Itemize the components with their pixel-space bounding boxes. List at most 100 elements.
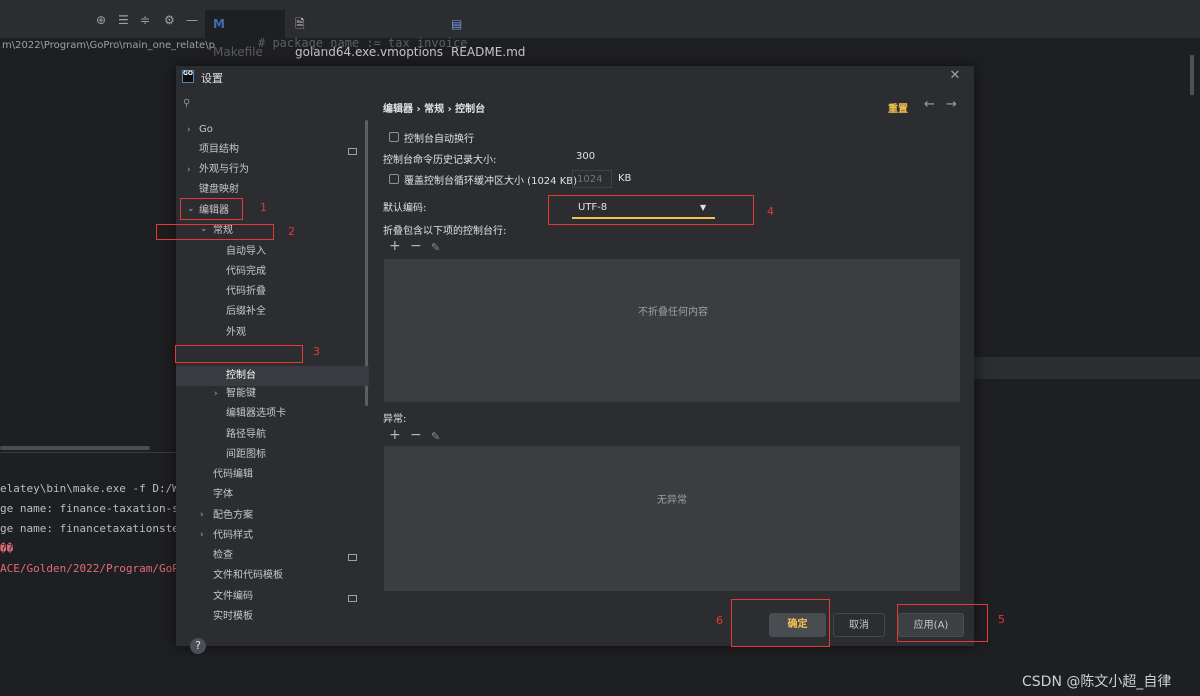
markdown-icon: ▤ <box>451 17 463 31</box>
goland-logo-icon: GO <box>182 70 194 83</box>
help-button[interactable]: ? <box>190 638 206 654</box>
project-level-icon <box>348 554 357 561</box>
annotation-box <box>180 198 243 220</box>
sidebar-item-postfix-completion[interactable]: 后缀补全 <box>226 302 266 322</box>
terminal-line: �� <box>0 542 14 555</box>
sidebar-item-code-folding[interactable]: 代码折叠 <box>226 282 266 302</box>
watermark: CSDN @陈文小超_自律 <box>1022 674 1172 690</box>
exceptions-empty-text: 无异常 <box>657 495 687 506</box>
sidebar-item-project-structure[interactable]: 项目结构 <box>199 140 239 160</box>
sidebar-item-appearance-behavior[interactable]: 外观与行为 <box>199 160 249 180</box>
fold-lines-list[interactable] <box>384 259 960 402</box>
project-level-icon <box>348 595 357 602</box>
expand-icon[interactable]: ☰ <box>118 13 129 27</box>
sidebar-item-code-editing[interactable]: 代码编辑 <box>213 465 253 485</box>
override-buffer-checkbox[interactable] <box>389 174 399 184</box>
sidebar-selected-row <box>176 366 369 386</box>
annotation-number: 3 <box>313 345 320 358</box>
settings-sidebar: ⚲ › Go 项目结构 › 外观与行为 键盘映射 ⌄ 编辑器 ⌄ 常规 自动导入… <box>176 88 369 654</box>
chevron-right-icon[interactable]: › <box>200 510 204 520</box>
edit-icon[interactable]: ✎ <box>431 241 440 254</box>
exceptions-label: 异常: <box>383 414 407 425</box>
search-icon: ⚲ <box>183 98 191 109</box>
fold-lines-empty-text: 不折叠任何内容 <box>638 307 708 318</box>
chevron-right-icon[interactable]: › <box>187 125 191 135</box>
minimize-icon[interactable]: — <box>186 13 198 27</box>
history-size-label: 控制台命令历史记录大小: <box>383 155 497 166</box>
annotation-box <box>731 599 830 647</box>
cancel-button[interactable]: 取消 <box>833 613 885 637</box>
sidebar-item-code-completion[interactable]: 代码完成 <box>226 262 266 282</box>
add-icon[interactable]: + <box>389 238 401 254</box>
annotation-number: 4 <box>767 205 774 218</box>
exceptions-list[interactable] <box>384 446 960 591</box>
sidebar-item-file-templates[interactable]: 文件和代码模板 <box>213 566 283 586</box>
chevron-right-icon[interactable]: › <box>214 389 218 399</box>
soft-wrap-label: 控制台自动换行 <box>404 134 474 145</box>
soft-wrap-checkbox[interactable] <box>389 132 399 142</box>
annotation-box <box>548 195 754 225</box>
tab-makefile[interactable]: M Makefile <box>205 10 285 59</box>
tab-label: Makefile <box>213 45 263 59</box>
history-size-input[interactable]: 300 <box>572 148 614 166</box>
chevron-right-icon[interactable]: › <box>200 530 204 540</box>
breadcrumb: 编辑器 › 常规 › 控制台 <box>383 104 486 115</box>
terminal-line: elatey\bin\make.exe -f D:/WO <box>0 482 186 495</box>
override-buffer-label: 覆盖控制台循环缓冲区大小 (1024 KB) <box>404 176 578 187</box>
terminal-line: ACE/Golden/2022/Program/GoP <box>0 562 179 575</box>
dialog-titlebar: GO 设置 ✕ <box>176 66 974 88</box>
editor-scrollbar[interactable] <box>1190 55 1194 95</box>
gear-icon[interactable]: ⚙ <box>164 13 175 27</box>
sidebar-item-smart-keys[interactable]: 智能键 <box>226 384 256 404</box>
sidebar-item-keymap[interactable]: 键盘映射 <box>199 180 239 200</box>
project-level-icon <box>348 148 357 155</box>
editor-highlight-row <box>974 357 1200 379</box>
collapse-icon[interactable]: ≑ <box>140 13 150 27</box>
annotation-number: 5 <box>998 613 1005 626</box>
tab-readme[interactable]: ▤ README.md <box>443 10 543 59</box>
close-icon[interactable]: ✕ <box>946 67 964 85</box>
target-icon[interactable]: ⊕ <box>96 13 106 27</box>
fold-lines-label: 折叠包含以下项的控制台行: <box>383 226 507 237</box>
sidebar-item-file-encodings[interactable]: 文件编码 <box>213 587 253 607</box>
sidebar-item-console[interactable]: 控制台 <box>226 366 256 386</box>
add-icon[interactable]: + <box>389 427 401 443</box>
annotation-box <box>156 224 274 240</box>
edit-icon[interactable]: ✎ <box>431 430 440 443</box>
code-editor-line: # package_name := tax invoice <box>258 36 468 50</box>
sidebar-item-auto-import[interactable]: 自动导入 <box>226 242 266 262</box>
makefile-icon: M <box>213 17 225 31</box>
annotation-number: 1 <box>260 201 267 214</box>
chevron-right-icon[interactable]: › <box>187 165 191 175</box>
remove-icon[interactable]: − <box>410 427 422 443</box>
reset-link[interactable]: 重置 <box>888 100 908 115</box>
terminal-line: ge name: financetaxationste <box>0 522 179 535</box>
settings-search-input[interactable]: ⚲ <box>180 94 366 116</box>
sidebar-scrollbar[interactable] <box>365 120 368 406</box>
ide-toolbar <box>0 0 1200 38</box>
annotation-box <box>175 345 303 363</box>
annotation-number: 6 <box>716 614 723 627</box>
back-arrow-icon[interactable]: ← <box>924 97 935 112</box>
sidebar-item-code-style[interactable]: 代码样式 <box>213 526 253 546</box>
ide-toolbar-path: m\2022\Program\GoPro\main_one_relate\p <box>2 40 215 51</box>
sidebar-item-go[interactable]: Go <box>199 120 213 140</box>
forward-arrow-icon[interactable]: → <box>946 97 957 112</box>
sidebar-item-appearance[interactable]: 外观 <box>226 323 246 343</box>
remove-icon[interactable]: − <box>410 238 422 254</box>
sidebar-item-gutter-icons[interactable]: 间距图标 <box>226 445 266 465</box>
sidebar-item-breadcrumbs[interactable]: 路径导航 <box>226 425 266 445</box>
file-icon: 🗎 <box>295 17 305 31</box>
annotation-box <box>897 604 988 642</box>
sidebar-item-color-scheme[interactable]: 配色方案 <box>213 506 253 526</box>
sidebar-item-font[interactable]: 字体 <box>213 485 233 505</box>
sidebar-item-editor-tabs[interactable]: 编辑器选项卡 <box>226 404 286 424</box>
dialog-title: 设置 <box>201 72 223 85</box>
annotation-number: 2 <box>288 225 295 238</box>
sidebar-item-live-templates[interactable]: 实时模板 <box>213 607 253 627</box>
tab-goland-vmoptions[interactable]: 🗎 goland64.exe.vmoptions <box>287 10 443 59</box>
terminal-line: ge name: finance-taxation-s <box>0 502 179 515</box>
buffer-size-input[interactable]: 1024 <box>572 170 612 188</box>
project-scrollbar[interactable] <box>0 446 150 450</box>
sidebar-item-inspections[interactable]: 检查 <box>213 546 233 566</box>
